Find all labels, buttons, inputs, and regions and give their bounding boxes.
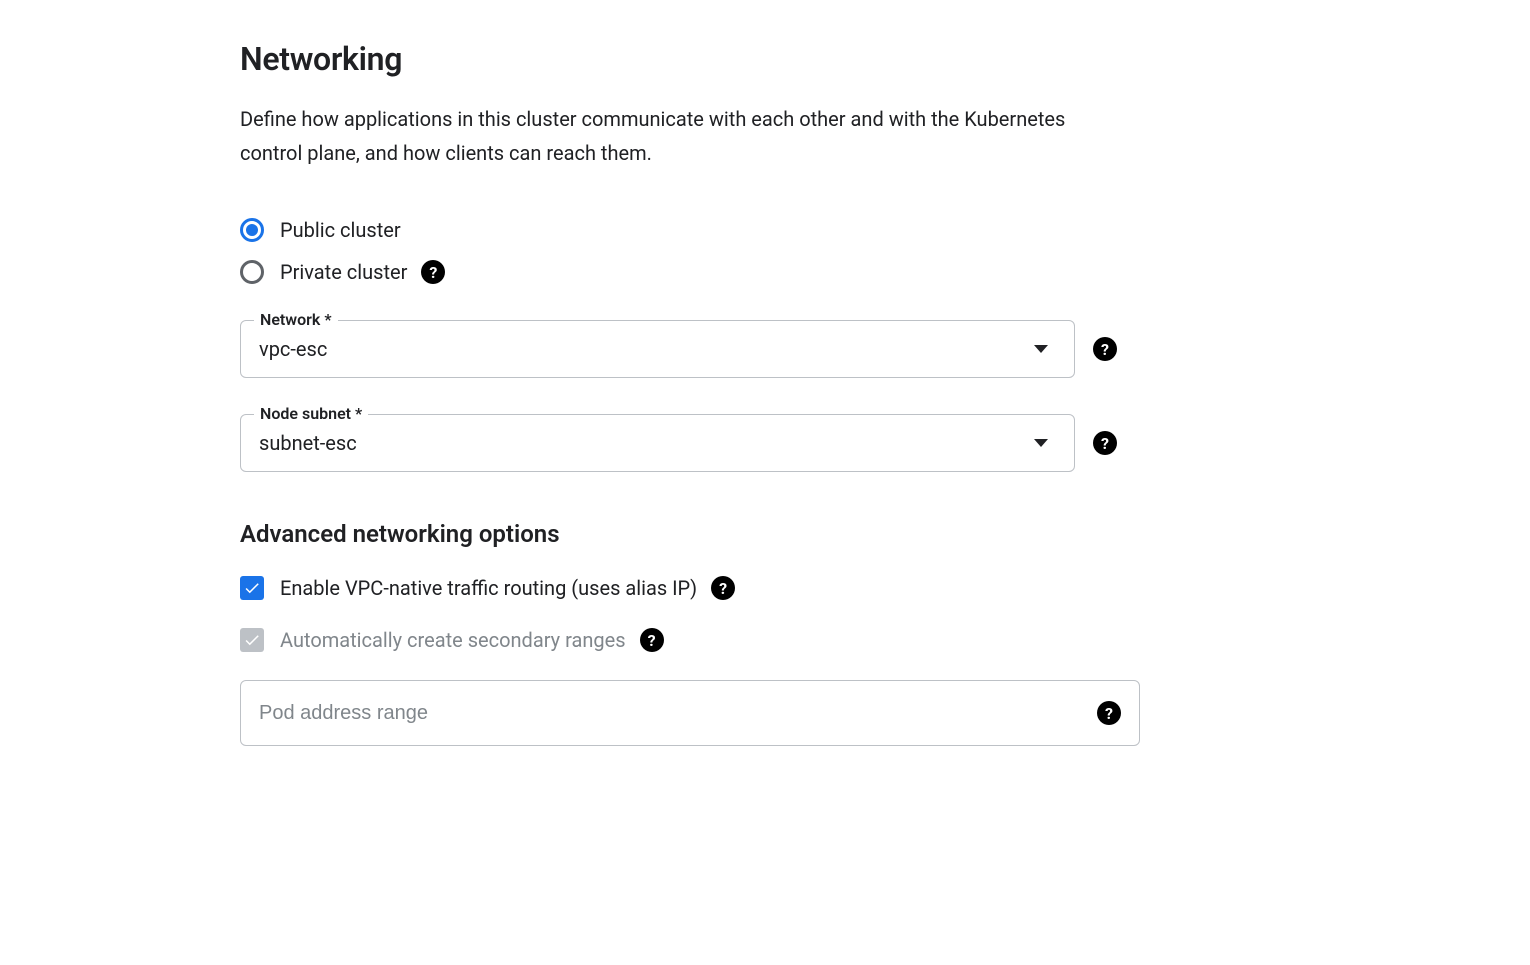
network-label: Network * [254, 310, 338, 329]
page-description: Define how applications in this cluster … [240, 102, 1070, 170]
check-icon [243, 631, 261, 649]
vpc-native-label: Enable VPC-native traffic routing (uses … [280, 576, 697, 600]
pod-address-range-field: ? [240, 680, 1140, 746]
radio-icon [240, 218, 264, 242]
auto-secondary-checkbox-row: Automatically create secondary ranges ? [240, 628, 1160, 652]
private-cluster-option[interactable]: Private cluster ? [240, 260, 1160, 284]
help-icon[interactable]: ? [1097, 701, 1121, 725]
cluster-type-radio-group: Public cluster Private cluster ? [240, 218, 1160, 284]
public-cluster-option[interactable]: Public cluster [240, 218, 1160, 242]
public-cluster-label: Public cluster [280, 218, 401, 242]
advanced-heading: Advanced networking options [240, 520, 1160, 548]
node-subnet-label: Node subnet * [254, 404, 368, 423]
networking-form: Networking Define how applications in th… [240, 40, 1160, 746]
network-field: Network * vpc-esc ? [240, 320, 1140, 378]
node-subnet-value: subnet-esc [259, 431, 1034, 455]
chevron-down-icon [1034, 345, 1048, 353]
vpc-native-checkbox[interactable] [240, 576, 264, 600]
help-icon[interactable]: ? [421, 260, 445, 284]
network-select[interactable]: vpc-esc [240, 320, 1075, 378]
page-title: Networking [240, 40, 1160, 78]
help-icon[interactable]: ? [640, 628, 664, 652]
auto-secondary-label: Automatically create secondary ranges [280, 628, 626, 652]
private-cluster-label: Private cluster [280, 260, 407, 284]
chevron-down-icon [1034, 439, 1048, 447]
node-subnet-field: Node subnet * subnet-esc ? [240, 414, 1140, 472]
help-icon[interactable]: ? [1093, 431, 1117, 455]
help-icon[interactable]: ? [1093, 337, 1117, 361]
check-icon [243, 579, 261, 597]
auto-secondary-checkbox [240, 628, 264, 652]
pod-address-range-input[interactable] [259, 702, 1097, 725]
radio-icon [240, 260, 264, 284]
network-value: vpc-esc [259, 337, 1034, 361]
vpc-native-checkbox-row: Enable VPC-native traffic routing (uses … [240, 576, 1160, 600]
help-icon[interactable]: ? [711, 576, 735, 600]
